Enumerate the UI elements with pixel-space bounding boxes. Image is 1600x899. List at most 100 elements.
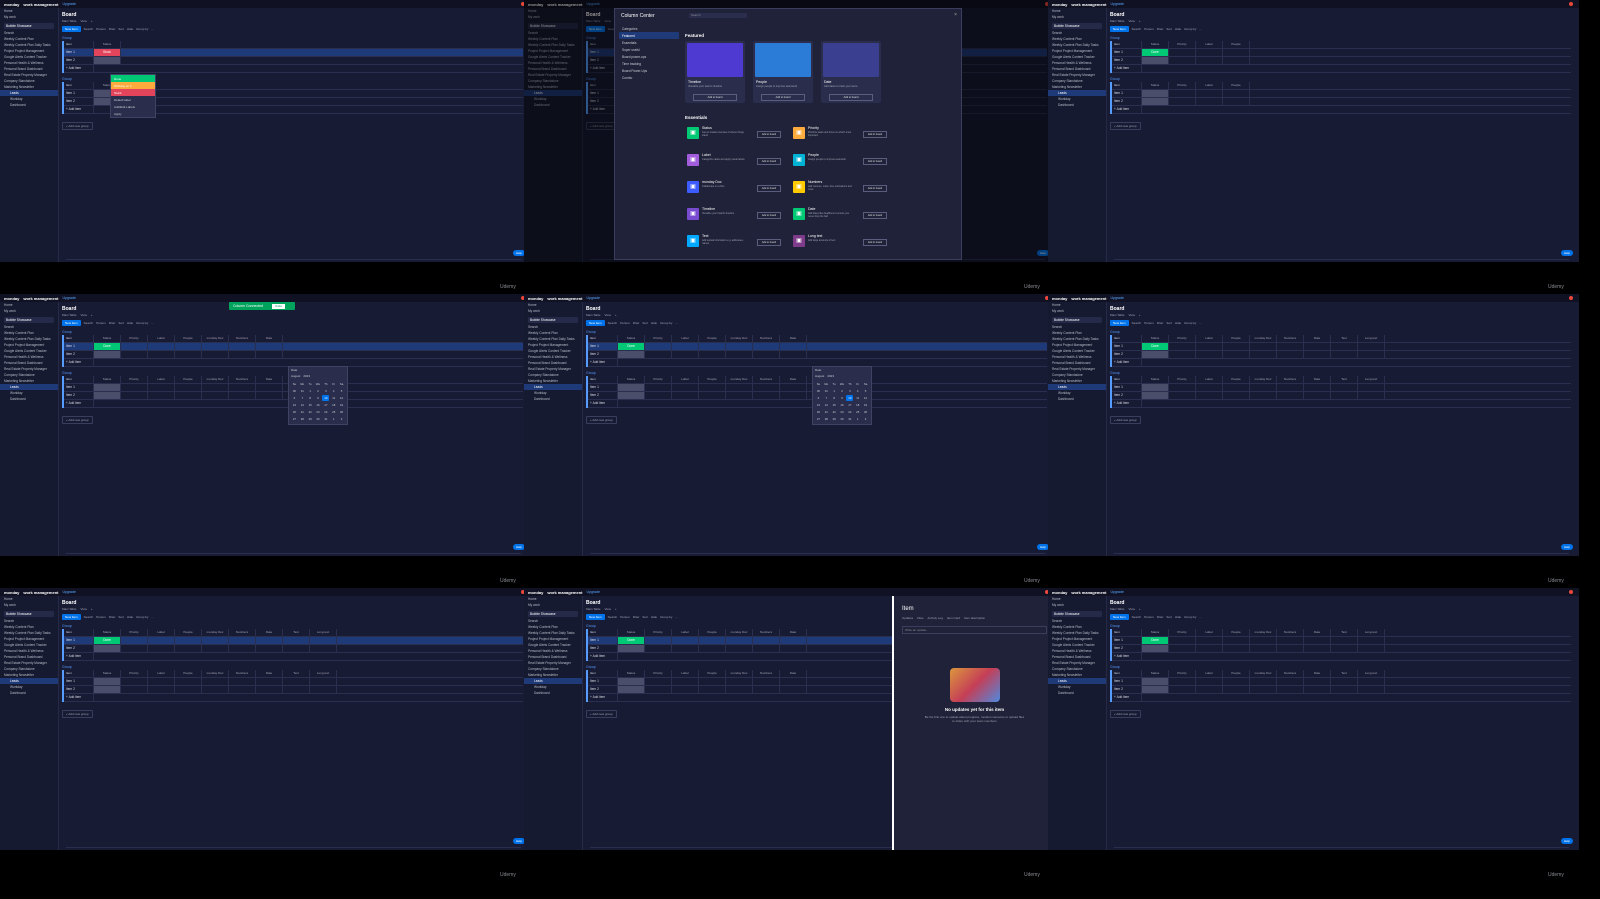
table-cell[interactable] (229, 678, 256, 685)
table-cell[interactable] (283, 645, 310, 652)
table-cell[interactable] (121, 686, 148, 693)
calendar-day[interactable]: 30 (291, 388, 298, 394)
toolbar-button[interactable]: Search (608, 321, 618, 325)
table-cell[interactable] (1223, 90, 1250, 97)
calendar-day[interactable]: 11 (330, 395, 337, 401)
toolbar-button[interactable]: Filter (1157, 615, 1164, 619)
table-cell[interactable] (121, 351, 148, 358)
tab-view[interactable]: + (615, 313, 617, 317)
column-header[interactable]: People (1223, 629, 1250, 636)
column-header[interactable]: People (699, 376, 726, 383)
calendar-day[interactable]: 30 (839, 416, 846, 422)
calendar-day[interactable]: 5 (338, 388, 345, 394)
new-item-button[interactable]: New Item (586, 320, 605, 326)
sidebar-subitem[interactable]: Dashboard (0, 690, 58, 696)
status-option[interactable]: Working on it (111, 82, 155, 89)
calendar-day[interactable]: 9 (839, 395, 846, 401)
table-cell[interactable] (1169, 678, 1196, 685)
calendar-day[interactable]: 10 (846, 395, 854, 401)
add-item-input[interactable]: + Add item (1112, 400, 1142, 407)
table-cell[interactable] (148, 392, 175, 399)
row-item-name[interactable]: Item 1 (588, 637, 618, 644)
toolbar-button[interactable]: Search (84, 321, 94, 325)
table-cell[interactable] (1331, 392, 1358, 399)
table-cell[interactable] (1169, 637, 1196, 644)
table-row[interactable]: Item 1 Done (1112, 343, 1571, 351)
add-item-row[interactable]: + Add item (1112, 400, 1571, 408)
table-cell[interactable] (1223, 57, 1250, 64)
table-cell[interactable] (672, 678, 699, 685)
table-cell[interactable] (256, 351, 283, 358)
tab-view[interactable]: View (1128, 19, 1134, 23)
toolbar-button[interactable]: Group by (660, 615, 672, 619)
toolbar-button[interactable]: Group by (660, 321, 672, 325)
upgrade-link[interactable]: Upgrade (62, 296, 75, 300)
column-header[interactable]: Date (1304, 335, 1331, 342)
new-item-button[interactable]: New Item (1110, 320, 1129, 326)
row-item-name[interactable]: Item 2 (1112, 351, 1142, 358)
calendar-day[interactable]: 9 (315, 395, 322, 401)
table-cell[interactable] (283, 686, 310, 693)
add-item-input[interactable]: + Add item (1112, 653, 1142, 660)
row-item-name[interactable]: Item 1 (64, 384, 94, 391)
new-item-button[interactable]: New Item (62, 320, 81, 326)
table-cell[interactable] (1358, 637, 1385, 644)
column-header[interactable]: Priority (1169, 335, 1196, 342)
table-cell[interactable] (672, 637, 699, 644)
category-item[interactable]: Board power-ups (619, 53, 679, 60)
add-to-board-button[interactable]: Add to board (761, 94, 805, 101)
group-title[interactable]: Group (1110, 36, 1571, 40)
workspace-selector[interactable]: Bubble Showcase (4, 23, 54, 29)
table-cell[interactable] (1169, 343, 1196, 350)
status-option[interactable]: Apply (111, 110, 155, 117)
table-cell[interactable] (645, 384, 672, 391)
column-header[interactable]: Item (588, 335, 618, 342)
upgrade-link[interactable]: Upgrade (1110, 2, 1123, 6)
add-item-row[interactable]: + Add item (64, 653, 523, 661)
group-title[interactable]: Group (1110, 624, 1571, 628)
calendar-day[interactable]: 26 (862, 409, 869, 415)
table-cell[interactable] (1304, 384, 1331, 391)
table-cell[interactable] (672, 351, 699, 358)
column-header[interactable]: Numbers (229, 376, 256, 383)
table-cell[interactable] (1223, 343, 1250, 350)
calendar-day[interactable]: 4 (330, 388, 337, 394)
column-header[interactable]: Label (1196, 82, 1223, 89)
table-cell[interactable] (699, 678, 726, 685)
calendar-day[interactable]: 30 (315, 416, 322, 422)
table-cell[interactable] (1358, 392, 1385, 399)
toolbar-button[interactable]: Hide (127, 27, 133, 31)
row-item-name[interactable]: Item 2 (64, 392, 94, 399)
new-item-button[interactable]: New Item (1110, 614, 1129, 620)
table-cell[interactable] (1331, 351, 1358, 358)
group-title[interactable]: Group (1110, 77, 1571, 81)
column-header[interactable]: Label (148, 670, 175, 677)
table-cell[interactable] (256, 645, 283, 652)
table-cell[interactable] (699, 351, 726, 358)
row-item-name[interactable]: Item 2 (1112, 686, 1142, 693)
add-item-input[interactable]: + Add item (588, 359, 618, 366)
calendar-day[interactable]: 31 (299, 388, 306, 394)
calendar-day[interactable]: 7 (823, 395, 830, 401)
table-row[interactable]: Item 2 (64, 686, 523, 694)
new-item-button[interactable]: New Item (586, 614, 605, 620)
row-item-name[interactable]: Item 2 (64, 98, 94, 105)
row-item-name[interactable]: Item 2 (588, 645, 618, 652)
table-cell[interactable] (1196, 384, 1223, 391)
column-header[interactable]: Item (64, 335, 94, 342)
table-cell[interactable] (1196, 57, 1223, 64)
toolbar-button[interactable]: Filter (1157, 321, 1164, 325)
toolbar-button[interactable]: Sort (118, 27, 124, 31)
table-cell[interactable] (645, 637, 672, 644)
category-item[interactable]: Essentials (619, 39, 679, 46)
toolbar-button[interactable]: Group by (1184, 615, 1196, 619)
row-item-name[interactable]: Item 1 (1112, 637, 1142, 644)
add-item-input[interactable]: + Add item (64, 694, 94, 701)
calendar-day[interactable]: 3 (322, 388, 329, 394)
table-cell[interactable] (753, 392, 780, 399)
table-row[interactable]: Item 1 Done (1112, 49, 1571, 57)
table-cell[interactable] (175, 343, 202, 350)
table-cell[interactable] (753, 645, 780, 652)
table-cell[interactable] (645, 686, 672, 693)
column-header[interactable]: Date (256, 335, 283, 342)
